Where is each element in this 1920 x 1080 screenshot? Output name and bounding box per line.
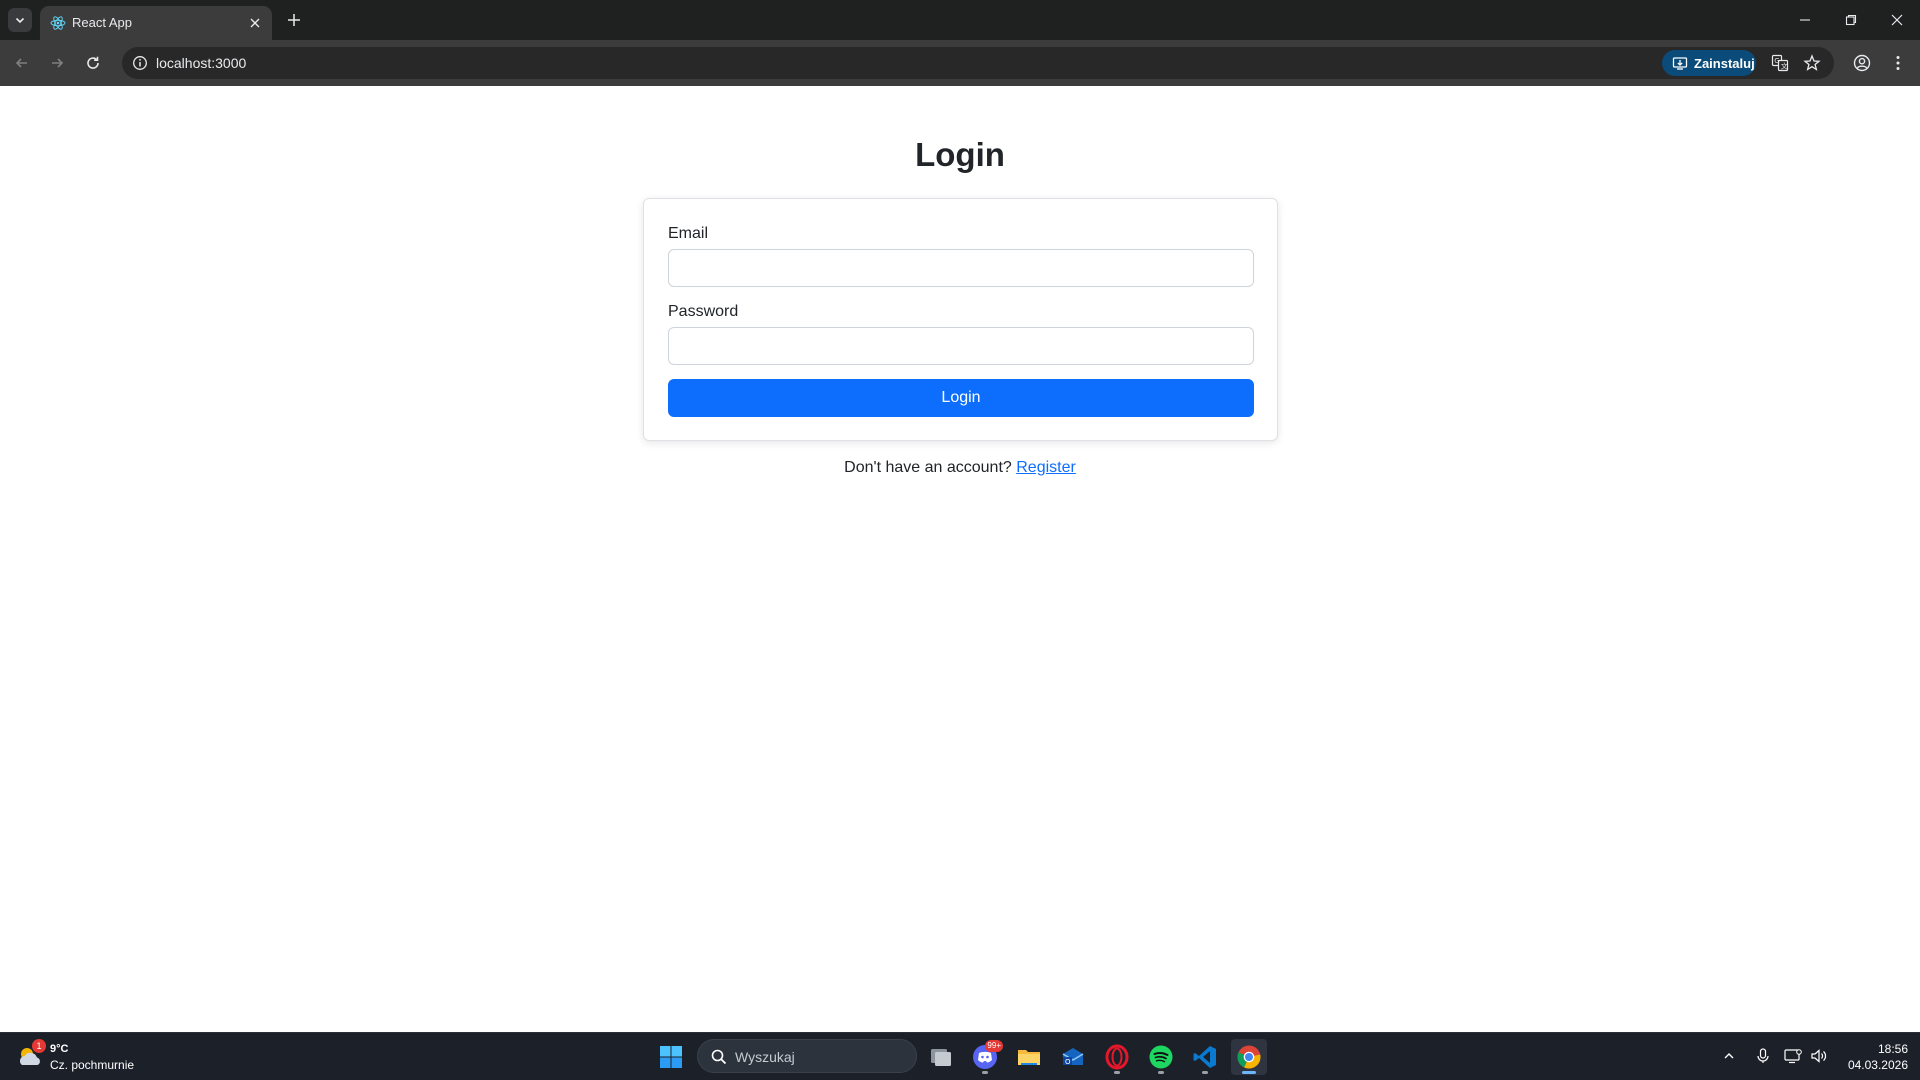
site-info-button[interactable] (130, 53, 150, 73)
show-hidden-icons-button[interactable] (1718, 1045, 1740, 1067)
arrow-left-icon (15, 58, 27, 68)
start-button[interactable] (656, 1042, 686, 1072)
microphone-icon (1757, 1048, 1769, 1063)
register-prompt-line: Don't have an account? Register (0, 459, 1920, 477)
login-button[interactable]: Login (668, 379, 1254, 417)
profile-button[interactable] (1850, 51, 1874, 75)
running-indicator (982, 1071, 988, 1074)
arrow-right-icon (52, 58, 64, 68)
weather-description: Cz. pochmurnie (50, 1058, 135, 1072)
install-app-button[interactable]: Zainstaluj (1662, 50, 1756, 76)
tab-react-app[interactable]: React App (40, 6, 272, 40)
info-icon (133, 56, 147, 70)
taskbar-vscode[interactable] (1187, 1039, 1223, 1075)
search-icon (711, 1049, 727, 1065)
spotify-icon (1149, 1045, 1173, 1069)
tab-search-button[interactable] (8, 8, 32, 32)
system-clock[interactable]: 18:56 04.03.2026 (1836, 1041, 1908, 1073)
svg-text:O: O (1065, 1058, 1071, 1066)
forward-button[interactable] (45, 51, 69, 75)
network-button[interactable] (1782, 1045, 1804, 1067)
clock-time: 18:56 (1877, 1042, 1908, 1056)
discord-notification-badge: 99+ (985, 1040, 1003, 1052)
back-button[interactable] (10, 51, 34, 75)
restore-icon (1845, 14, 1857, 26)
page-title: Login (915, 136, 1005, 173)
close-icon (1891, 14, 1903, 26)
taskbar-mail[interactable]: O (1055, 1039, 1091, 1075)
vscode-icon (1193, 1046, 1216, 1068)
reload-button[interactable] (81, 51, 105, 75)
close-window-button[interactable] (1874, 0, 1920, 40)
weather-temperature: 9°C (50, 1043, 69, 1055)
taskbar-discord[interactable]: 99+ (967, 1039, 1003, 1075)
bookmark-button[interactable] (1802, 53, 1822, 73)
opera-icon (1105, 1044, 1129, 1070)
chevron-up-icon (1724, 1053, 1734, 1059)
install-app-icon (1672, 57, 1688, 70)
restore-button[interactable] (1828, 0, 1874, 40)
folder-icon (1018, 1050, 1040, 1065)
reload-icon (87, 56, 99, 69)
taskbar-file-explorer[interactable] (1011, 1039, 1047, 1075)
star-icon (1803, 54, 1821, 71)
browser-tab-bar: React App (0, 0, 1920, 40)
volume-icon (1811, 1049, 1827, 1063)
login-form: Email Password Login (643, 198, 1278, 441)
task-view-icon (931, 1049, 951, 1066)
taskbar-task-view[interactable] (923, 1039, 959, 1075)
windows-logo-icon (660, 1046, 682, 1068)
browser-menu-button[interactable] (1886, 51, 1910, 75)
running-indicator (1202, 1071, 1208, 1074)
register-prompt-text: Don't have an account? (844, 459, 1012, 476)
translate-button[interactable]: G文 (1770, 53, 1790, 73)
weather-widget[interactable]: 1 9°C Cz. pochmurnie (16, 1039, 146, 1075)
password-input[interactable] (668, 327, 1254, 365)
volume-button[interactable] (1808, 1045, 1830, 1067)
clock-date: 04.03.2026 (1847, 1058, 1908, 1072)
taskbar-search[interactable]: Wyszukaj (697, 1039, 917, 1073)
address-bar[interactable]: localhost:3000 Zainstaluj G文 (122, 47, 1834, 79)
tab-title: React App (72, 15, 132, 30)
email-label: Email (668, 225, 709, 242)
more-vertical-icon (1896, 56, 1900, 70)
chevron-down-icon (15, 17, 25, 24)
translate-icon: G文 (1771, 54, 1789, 72)
svg-text:G: G (1774, 57, 1779, 65)
taskbar-chrome[interactable] (1231, 1039, 1267, 1075)
react-logo-icon (50, 16, 66, 30)
microphone-button[interactable] (1752, 1045, 1774, 1067)
minimize-button[interactable] (1782, 0, 1828, 40)
running-indicator (1114, 1071, 1120, 1074)
svg-text:文: 文 (1781, 62, 1788, 71)
weather-notification-badge: 1 (32, 1039, 46, 1053)
network-icon (1784, 1049, 1802, 1064)
register-link[interactable]: Register (1016, 459, 1076, 476)
profile-icon (1853, 54, 1871, 72)
running-indicator (1158, 1071, 1164, 1074)
mail-icon: O (1062, 1048, 1084, 1066)
password-label: Password (668, 303, 739, 320)
email-input[interactable] (668, 249, 1254, 287)
taskbar-spotify[interactable] (1143, 1039, 1179, 1075)
active-indicator (1242, 1071, 1256, 1074)
minimize-icon (1800, 19, 1810, 21)
page-content: Login Email Password Login Don't have an… (0, 86, 1920, 1032)
taskbar: 1 9°C Cz. pochmurnie Wyszukaj 99+ O 18:5… (0, 1032, 1920, 1080)
plus-icon (288, 14, 300, 26)
new-tab-button[interactable] (282, 8, 306, 32)
tab-close-button[interactable] (246, 14, 264, 32)
taskbar-opera[interactable] (1099, 1039, 1135, 1075)
close-icon (250, 18, 260, 28)
browser-toolbar: localhost:3000 Zainstaluj G文 (0, 40, 1920, 86)
url-text[interactable]: localhost:3000 (156, 55, 246, 71)
install-label: Zainstaluj (1694, 55, 1755, 71)
search-placeholder: Wyszukaj (735, 1049, 795, 1065)
chrome-icon (1237, 1045, 1261, 1069)
